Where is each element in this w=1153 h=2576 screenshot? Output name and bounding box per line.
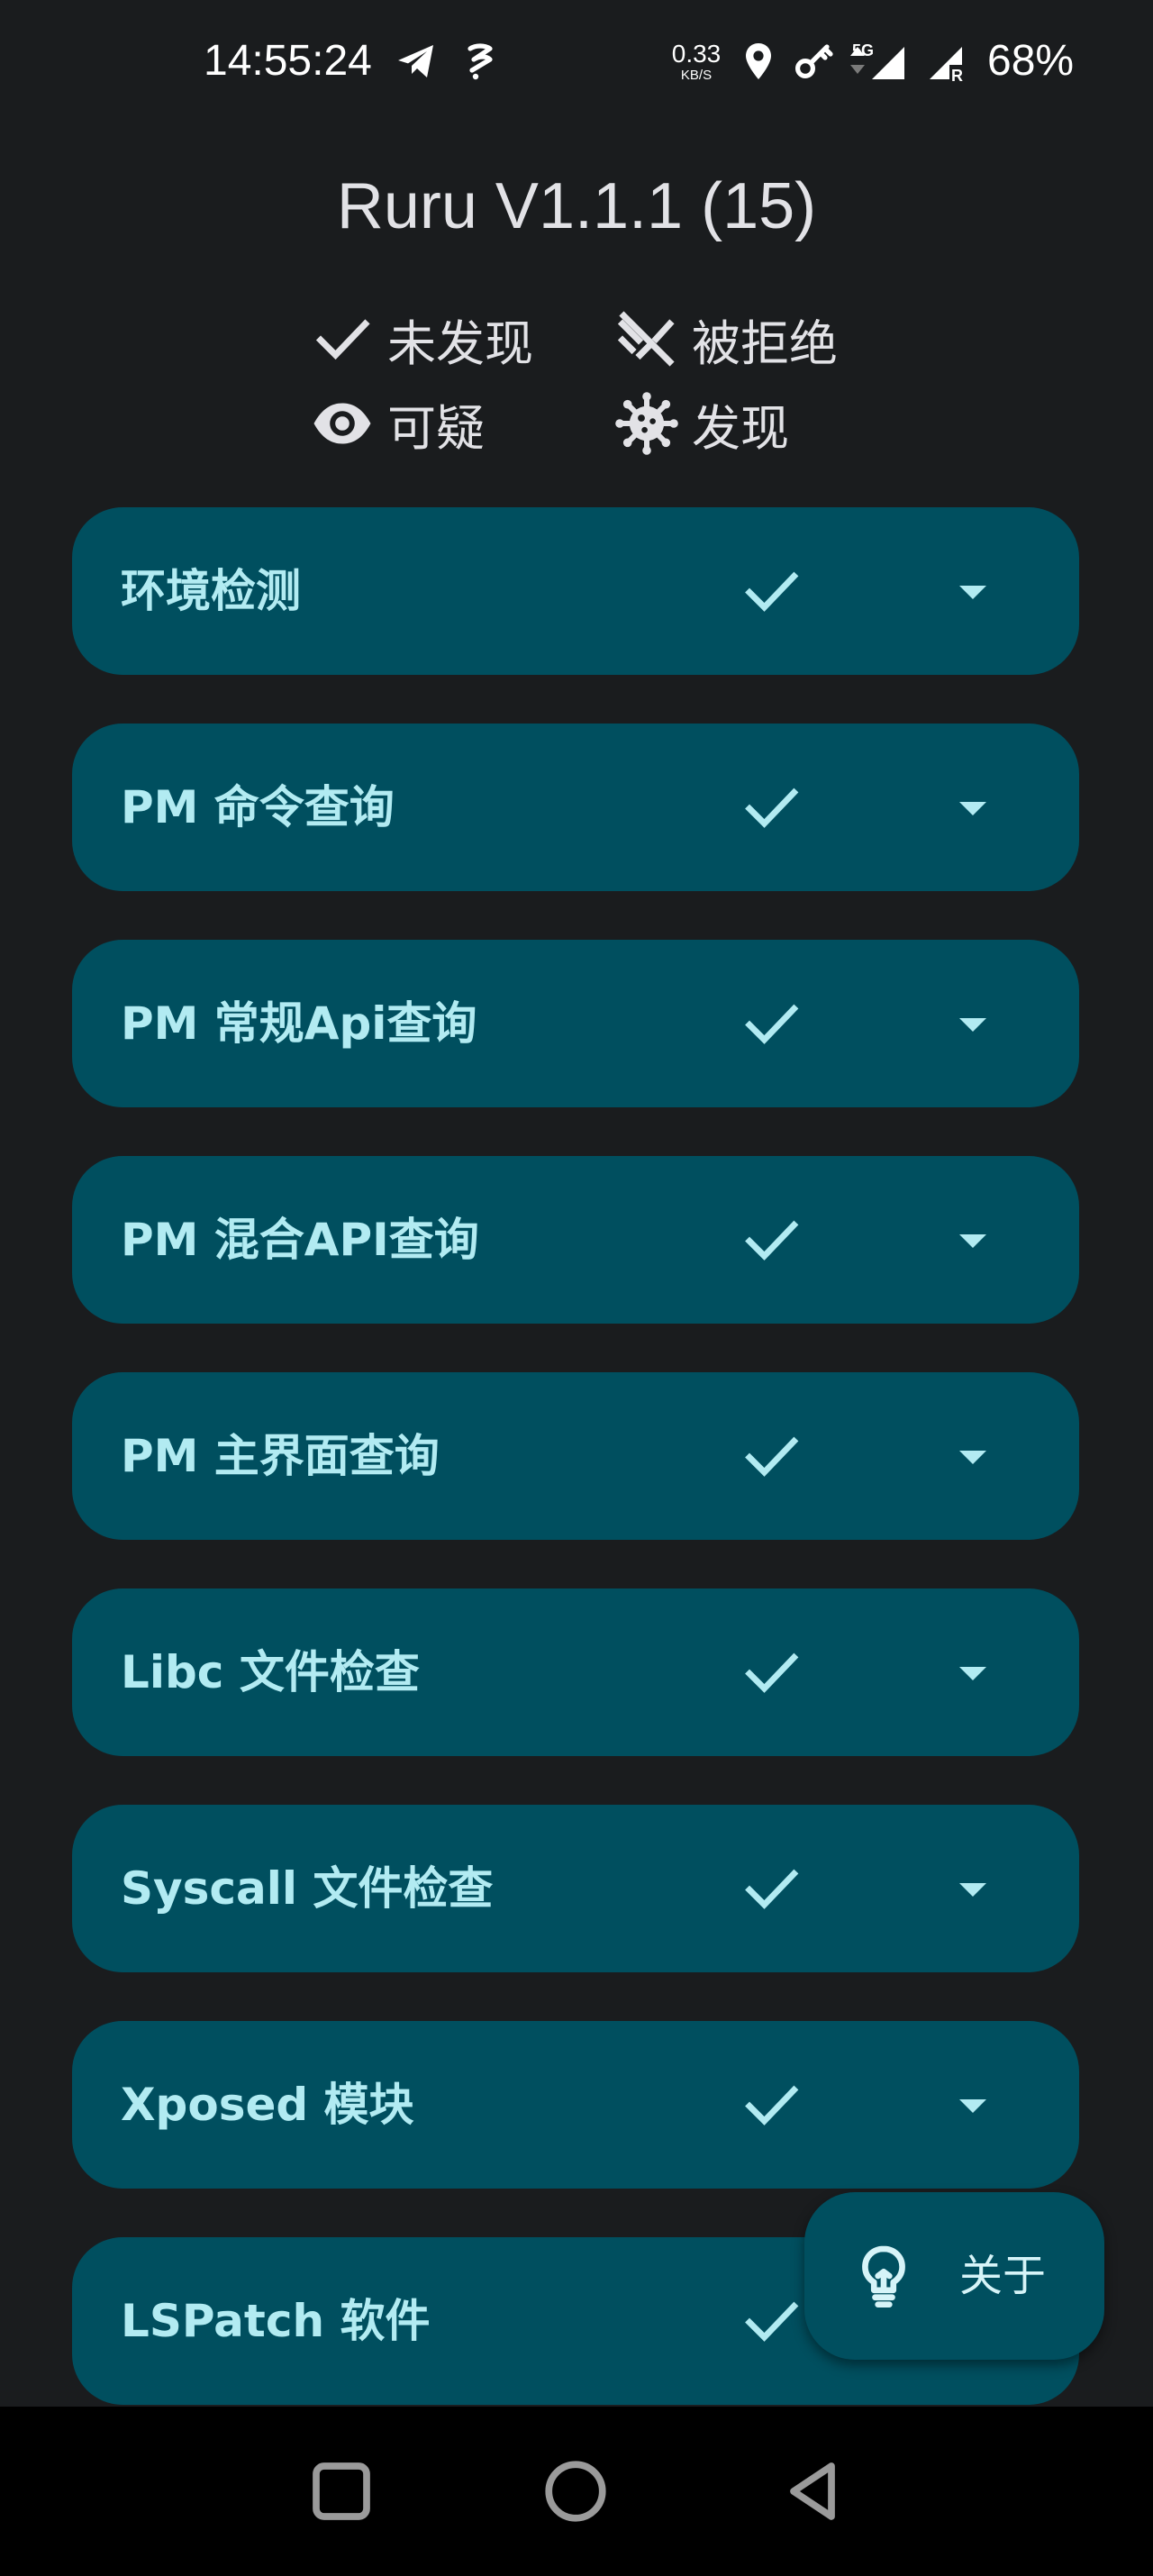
check-card-pm-command[interactable]: PM 命令查询 [72, 724, 1079, 891]
legend-suspicious: 可疑 [310, 387, 485, 460]
check-icon [745, 1220, 799, 1261]
home-button[interactable] [538, 2453, 613, 2529]
app-title: Ruru V1.1.1 (15) [336, 170, 817, 242]
status-bar: 14:55:24 0.33 KB/S 5G R 68% [0, 0, 1153, 126]
lightbulb-icon [862, 2245, 905, 2307]
arrow-drop-down-icon[interactable] [940, 991, 1005, 1056]
check-card-pm-regular-api[interactable]: PM 常规Api查询 [72, 940, 1079, 1107]
remove-done-icon [617, 311, 675, 367]
check-title: PM 混合API查询 [121, 1214, 479, 1266]
check-card-pm-mixed-api[interactable]: PM 混合API查询 [72, 1156, 1079, 1324]
check-icon [745, 2301, 799, 2342]
legend-found: 发现 [614, 387, 789, 460]
arrow-drop-down-icon[interactable] [940, 1424, 1005, 1488]
roaming-signal-icon: R [930, 47, 963, 83]
check-title: Libc 文件检查 [121, 1646, 420, 1698]
battery-level: 68% [987, 37, 1075, 85]
navigation-bar [0, 2407, 1153, 2576]
virus-icon [615, 392, 678, 455]
check-icon [745, 571, 799, 612]
check-icon [745, 1869, 799, 1909]
signal-strength-icon [872, 47, 904, 79]
check-title: PM 常规Api查询 [121, 997, 477, 1050]
check-icon [745, 1652, 799, 1693]
legend-suspicious-label: 可疑 [387, 399, 485, 457]
arrow-drop-down-icon[interactable] [940, 775, 1005, 840]
check-title: 环境检测 [121, 565, 301, 617]
check-card-libc-file[interactable]: Libc 文件检查 [72, 1588, 1079, 1756]
check-title: PM 主界面查询 [121, 1430, 440, 1482]
vpn-key-icon [795, 44, 833, 78]
eye-icon [313, 403, 371, 444]
check-icon [745, 2085, 799, 2125]
check-card-syscall-file[interactable]: Syscall 文件检查 [72, 1805, 1079, 1972]
status-time: 14:55:24 [204, 37, 372, 85]
legend-denied-label: 被拒绝 [692, 314, 838, 372]
check-card-xposed-module[interactable]: Xposed 模块 [72, 2021, 1079, 2189]
check-icon [745, 787, 799, 828]
check-title: LSPatch 软件 [121, 2295, 431, 2347]
network-speed-unit: KB/S [680, 68, 713, 83]
network-speed: 0.33 KB/S [667, 40, 726, 83]
svg-text:R: R [951, 67, 963, 83]
check-title: Syscall 文件检查 [121, 1862, 494, 1915]
arrow-drop-down-icon[interactable] [940, 1640, 1005, 1705]
app-notification-icon [468, 43, 493, 80]
about-fab[interactable]: 关于 [804, 2192, 1104, 2360]
legend-found-label: 发现 [692, 399, 789, 457]
arrow-drop-down-icon[interactable] [940, 1207, 1005, 1272]
arrow-drop-down-icon[interactable] [940, 2072, 1005, 2137]
legend-not-found: 未发现 [310, 303, 533, 375]
arrow-drop-down-icon[interactable] [940, 559, 1005, 624]
arrow-drop-down-icon[interactable] [940, 1856, 1005, 1921]
back-button[interactable] [775, 2453, 850, 2529]
check-title: Xposed 模块 [121, 2079, 414, 2131]
check-card-environment[interactable]: 环境检测 [72, 507, 1079, 675]
location-icon [746, 43, 771, 79]
check-icon [745, 1004, 799, 1044]
check-card-pm-launcher[interactable]: PM 主界面查询 [72, 1372, 1079, 1540]
recent-apps-button[interactable] [304, 2453, 379, 2529]
check-title: PM 命令查询 [121, 781, 395, 833]
network-speed-value: 0.33 [671, 40, 722, 68]
legend-not-found-label: 未发现 [387, 314, 533, 372]
telegram-icon [398, 45, 433, 77]
about-fab-label: 关于 [959, 2251, 1047, 2301]
legend-denied: 被拒绝 [614, 303, 838, 375]
check-icon [315, 319, 370, 360]
check-icon [745, 1436, 799, 1477]
